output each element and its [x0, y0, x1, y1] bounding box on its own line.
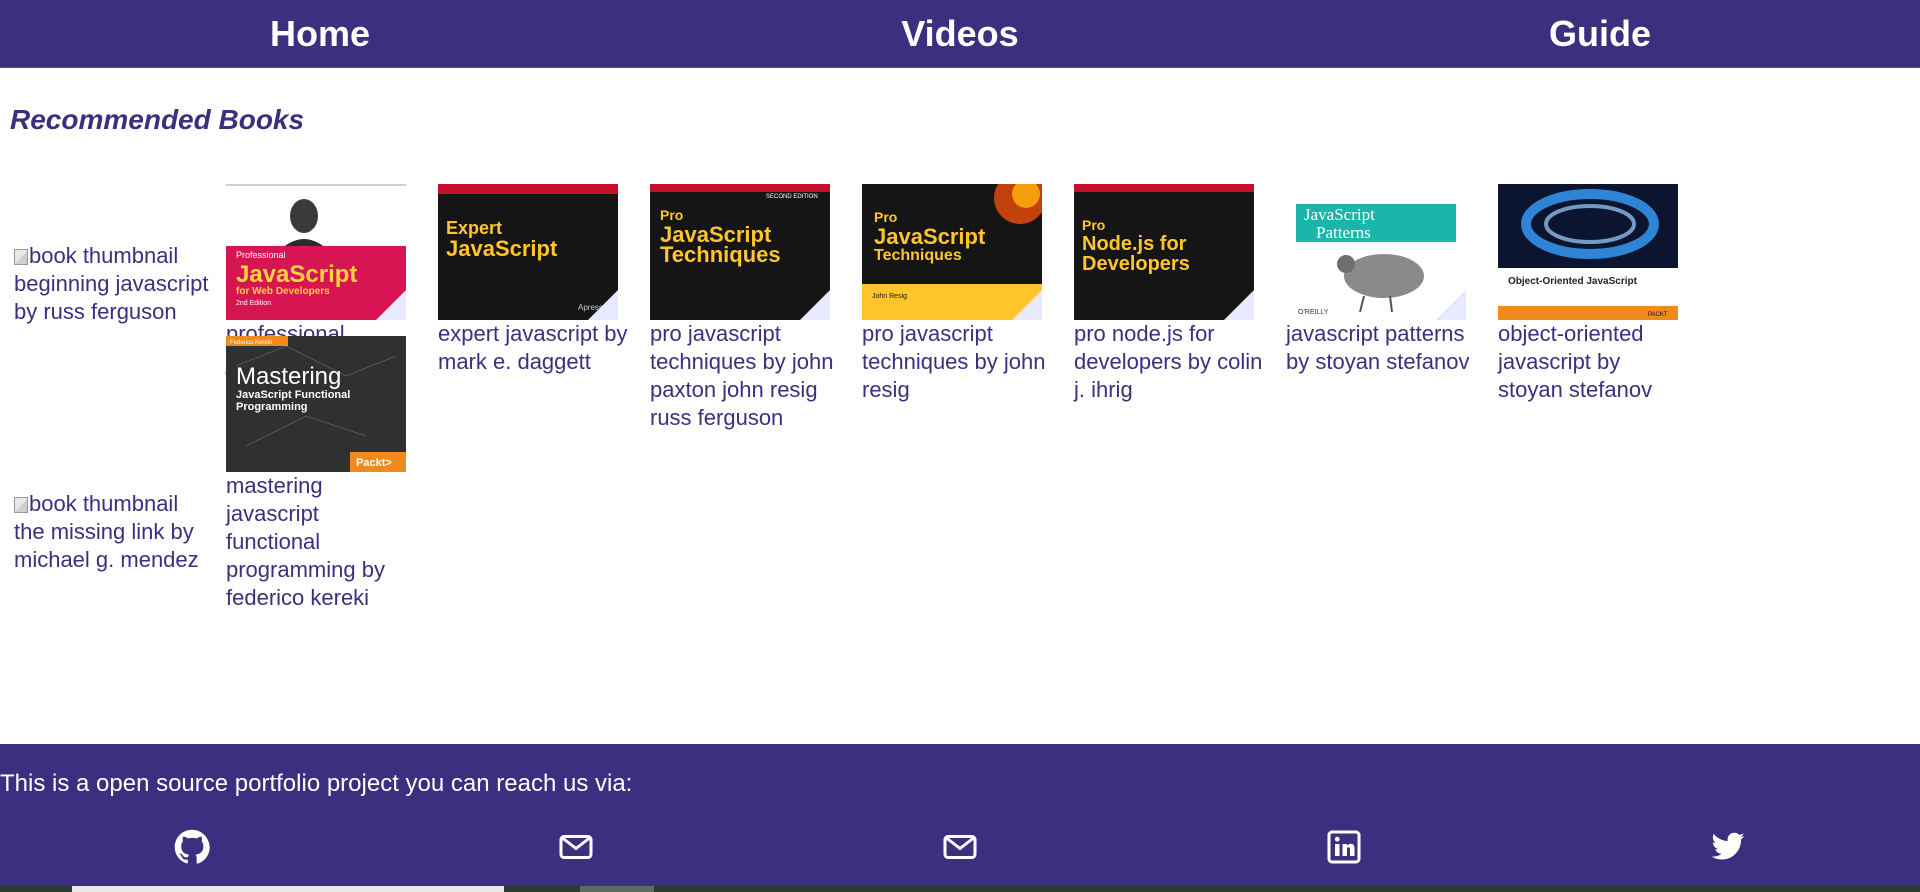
svg-text:Packt>: Packt>: [356, 457, 392, 469]
footer-text: This is a open source portfolio project …: [0, 770, 633, 797]
book-title: object-oriented javascript by stoyan ste…: [1498, 321, 1653, 402]
envelope-icon: [559, 835, 593, 859]
svg-text:JavaScript: JavaScript: [446, 236, 558, 261]
svg-text:John Resig: John Resig: [872, 293, 907, 300]
svg-text:Node.js for: Node.js for: [1082, 233, 1187, 255]
book-card[interactable]: JavaScript Patterns O'REILLY javascript …: [1286, 184, 1498, 432]
svg-text:Pro: Pro: [1082, 217, 1105, 233]
svg-text:Pro: Pro: [660, 207, 683, 223]
svg-text:JavaScript: JavaScript: [874, 224, 986, 249]
svg-text:PACKT: PACKT: [1648, 312, 1668, 318]
book-card[interactable]: book thumbnail beginning javascript by r…: [14, 184, 226, 432]
svg-text:for Web Developers: for Web Developers: [236, 286, 330, 297]
nav-videos-link[interactable]: Videos: [640, 0, 1280, 67]
svg-text:Professional: Professional: [236, 250, 286, 260]
book-title: pro javascript techniques by john resig: [862, 321, 1046, 402]
svg-text:2nd Edition: 2nd Edition: [236, 300, 271, 307]
book-title: expert javascript by mark e. daggett: [438, 321, 628, 374]
svg-text:Patterns: Patterns: [1316, 223, 1371, 242]
book-cover: Pro JavaScript Techniques John Resig: [862, 184, 1042, 320]
broken-image-icon: [14, 497, 28, 513]
book-title: pro javascript techniques by john paxton…: [650, 321, 834, 430]
book-cover: Federico Kereki Mastering JavaScript Fun…: [226, 336, 406, 472]
svg-text:Mastering: Mastering: [236, 363, 341, 390]
section-title: Recommended Books: [10, 104, 305, 135]
top-navbar: Home Videos Guide: [0, 0, 1920, 68]
book-cover: Pro Node.js for Developers: [1074, 184, 1254, 320]
book-cover: Object-Oriented JavaScript PACKT: [1498, 184, 1678, 320]
email-link[interactable]: [768, 824, 1152, 870]
book-card[interactable]: Object-Oriented JavaScript PACKT object-…: [1498, 184, 1710, 432]
nav-guide-link[interactable]: Guide: [1280, 0, 1920, 67]
book-cover: Professional JavaScript for Web Develope…: [226, 184, 406, 320]
book-card[interactable]: Federico Kereki Mastering JavaScript Fun…: [226, 336, 438, 612]
svg-text:Object-Oriented JavaScript: Object-Oriented JavaScript: [1508, 276, 1638, 287]
book-title: the missing link by michael g. mendez: [14, 519, 199, 572]
twitter-icon: [1711, 832, 1745, 860]
book-thumbnail-broken: book thumbnail: [14, 242, 226, 270]
book-card[interactable]: Pro Node.js for Developers pro node.js f…: [1074, 184, 1286, 432]
book-thumbnail-broken: book thumbnail: [14, 490, 226, 518]
footer: This is a open source portfolio project …: [0, 744, 1920, 886]
github-icon: [174, 829, 210, 864]
book-grid: book thumbnail beginning javascript by r…: [14, 184, 1920, 612]
os-taskbar: [0, 886, 1920, 892]
github-link[interactable]: [0, 824, 384, 870]
book-title: beginning javascript by russ ferguson: [14, 271, 209, 324]
svg-text:O'REILLY: O'REILLY: [1298, 309, 1329, 316]
book-card[interactable]: SECOND EDITION Pro JavaScript Techniques…: [650, 184, 862, 432]
taskbar-search-box[interactable]: [72, 886, 504, 892]
nav-home-link[interactable]: Home: [0, 0, 640, 67]
envelope-icon: [943, 835, 977, 859]
svg-text:JavaScript: JavaScript: [236, 261, 357, 288]
book-title: pro node.js for developers by colin j. i…: [1074, 321, 1263, 402]
svg-text:Techniques: Techniques: [874, 247, 962, 264]
twitter-link[interactable]: [1536, 824, 1920, 870]
taskbar-active-app[interactable]: [580, 886, 654, 892]
book-card[interactable]: Expert JavaScript Apress expert javascri…: [438, 184, 650, 432]
book-title: mastering javascript functional programm…: [226, 473, 385, 610]
svg-text:Federico Kereki: Federico Kereki: [230, 340, 272, 346]
book-cover: JavaScript Patterns O'REILLY: [1286, 184, 1466, 320]
svg-text:Techniques: Techniques: [660, 242, 781, 267]
email-link[interactable]: [384, 824, 768, 870]
svg-text:JavaScript: JavaScript: [1304, 205, 1375, 224]
book-cover: SECOND EDITION Pro JavaScript Techniques: [650, 184, 830, 320]
svg-text:JavaScript Functional: JavaScript Functional: [236, 389, 350, 401]
broken-image-icon: [14, 249, 28, 265]
linkedin-link[interactable]: [1152, 824, 1536, 870]
svg-text:Programming: Programming: [236, 401, 308, 413]
linkedin-icon: [1327, 830, 1361, 864]
book-card[interactable]: Pro JavaScript Techniques John Resig pro…: [862, 184, 1074, 432]
book-cover: Expert JavaScript Apress: [438, 184, 618, 320]
book-card[interactable]: book thumbnail the missing link by micha…: [14, 432, 226, 612]
svg-text:Developers: Developers: [1082, 253, 1190, 275]
book-title: javascript patterns by stoyan stefanov: [1286, 321, 1470, 374]
svg-text:Pro: Pro: [874, 209, 897, 225]
svg-text:SECOND EDITION: SECOND EDITION: [766, 194, 818, 200]
footer-social-links: [0, 824, 1920, 870]
svg-text:Expert: Expert: [446, 218, 502, 238]
